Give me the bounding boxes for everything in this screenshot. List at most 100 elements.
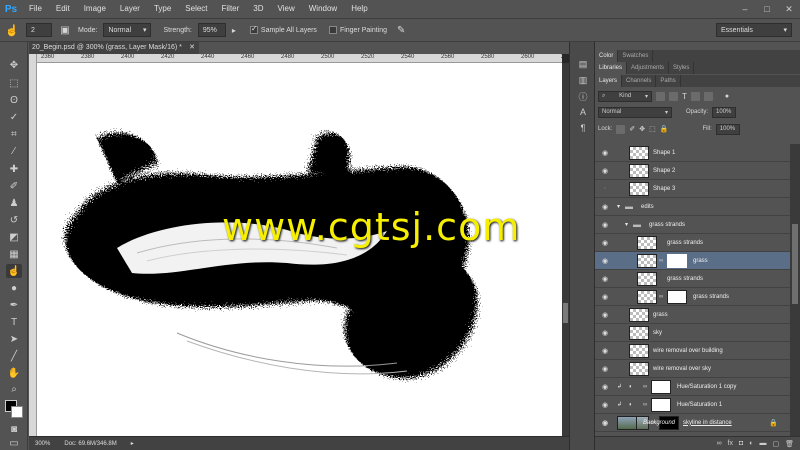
eye-icon[interactable]: ◉: [600, 419, 610, 427]
layer-row[interactable]: ◉ Shape 1: [595, 144, 790, 162]
layer-mask-thumbnail[interactable]: [667, 290, 687, 304]
new-layer-icon[interactable]: ▢: [772, 440, 779, 448]
layer-row-selected[interactable]: ◉ ∞ grass: [595, 252, 790, 270]
screen-mode-icon[interactable]: ▭: [6, 436, 22, 450]
type-tool-icon[interactable]: T: [6, 315, 22, 329]
layer-row[interactable]: ◉ Background 🔒: [595, 414, 790, 432]
smudge-tool-icon[interactable]: ☝: [6, 264, 22, 278]
zoom-tool-icon[interactable]: ⌕: [6, 382, 22, 396]
layer-row[interactable]: ◉ wire removal over sky: [595, 360, 790, 378]
info-panel-icon[interactable]: ⓘ: [576, 90, 590, 102]
eye-icon[interactable]: ◉: [600, 239, 610, 247]
healing-brush-tool-icon[interactable]: ✚: [6, 162, 22, 176]
eyedropper-tool-icon[interactable]: ⁄: [6, 144, 22, 158]
lock-artboard-icon[interactable]: ⬚: [649, 125, 656, 133]
eye-icon[interactable]: ◉: [600, 365, 610, 373]
layer-row[interactable]: ◉ ∞ grass strands: [595, 288, 790, 306]
crop-tool-icon[interactable]: ⌗: [6, 127, 22, 141]
minimize-button[interactable]: –: [734, 0, 756, 18]
layers-scrollbar[interactable]: [790, 144, 800, 436]
dodge-tool-icon[interactable]: ●: [6, 281, 22, 295]
mode-select[interactable]: Normal ▾: [103, 23, 152, 37]
zoom-level[interactable]: 300%: [35, 441, 50, 447]
smart-object-filter-icon[interactable]: [703, 91, 713, 101]
menu-type[interactable]: Type: [147, 0, 178, 18]
history-brush-tool-icon[interactable]: ↺: [6, 213, 22, 227]
maximize-button[interactable]: □: [756, 0, 778, 18]
lock-brush-icon[interactable]: ✐: [629, 125, 635, 133]
layer-row[interactable]: ◉ wire removal over building: [595, 342, 790, 360]
quick-mask-icon[interactable]: ◙: [6, 422, 22, 436]
strength-dropdown-icon[interactable]: ▸: [232, 26, 236, 35]
trash-icon[interactable]: 🗑: [785, 440, 794, 448]
brush-tool-icon[interactable]: ✐: [6, 179, 22, 193]
history-panel-icon[interactable]: ▤: [576, 58, 590, 70]
smudge-tool-icon[interactable]: ☝: [4, 24, 20, 37]
canvas[interactable]: www.cgtsj.com: [37, 63, 562, 436]
clone-stamp-tool-icon[interactable]: ♟: [6, 196, 22, 210]
link-layers-icon[interactable]: ∞: [717, 440, 722, 447]
menu-view[interactable]: View: [271, 0, 302, 18]
filter-kind-select[interactable]: ⌕ Kind ▾: [598, 90, 652, 102]
chevron-down-icon[interactable]: ▾: [625, 221, 628, 228]
opacity-input[interactable]: 100%: [712, 106, 737, 118]
vertical-scrollbar[interactable]: [562, 63, 569, 436]
layer-row[interactable]: ◉ grass: [595, 306, 790, 324]
properties-panel-icon[interactable]: ▥: [576, 74, 590, 86]
tab-channels[interactable]: Channels: [622, 75, 657, 87]
menu-layer[interactable]: Layer: [113, 0, 147, 18]
document-tab[interactable]: 20_Begin.psd @ 300% (grass, Layer Mask/1…: [29, 42, 199, 54]
layer-row[interactable]: ◉ sky: [595, 324, 790, 342]
menu-window[interactable]: Window: [302, 0, 344, 18]
strength-input[interactable]: 95%: [197, 23, 226, 37]
fx-icon[interactable]: fx: [728, 440, 733, 447]
gradient-tool-icon[interactable]: ▦: [6, 247, 22, 261]
chevron-down-icon[interactable]: ▾: [617, 203, 620, 210]
eye-icon[interactable]: ◉: [600, 149, 610, 157]
layer-mask-thumbnail[interactable]: [651, 398, 671, 412]
lock-move-icon[interactable]: ✥: [639, 125, 645, 133]
eraser-tool-icon[interactable]: ◩: [6, 230, 22, 244]
menu-filter[interactable]: Filter: [215, 0, 247, 18]
eye-icon[interactable]: ◉: [600, 347, 610, 355]
eye-icon[interactable]: ◉: [600, 401, 610, 409]
link-icon[interactable]: ∞: [643, 402, 647, 408]
lock-transparent-icon[interactable]: [616, 124, 626, 134]
layer-group-row[interactable]: ◉ ▾ ▬ grass strands: [595, 216, 790, 234]
tab-libraries[interactable]: Libraries: [595, 62, 628, 74]
menu-edit[interactable]: Edit: [49, 0, 77, 18]
paragraph-panel-icon[interactable]: ¶: [576, 122, 590, 134]
link-icon[interactable]: ∞: [659, 258, 663, 264]
eye-icon[interactable]: ◉: [600, 311, 610, 319]
menu-file[interactable]: File: [22, 0, 49, 18]
eye-icon[interactable]: ◉: [600, 221, 610, 229]
brush-size-picker[interactable]: 2: [26, 23, 52, 37]
menu-image[interactable]: Image: [77, 0, 113, 18]
pressure-icon[interactable]: ✎: [397, 25, 405, 36]
link-icon[interactable]: ∞: [643, 384, 647, 390]
layer-row[interactable]: ◉ Shape 2: [595, 162, 790, 180]
eye-icon[interactable]: ◉: [600, 293, 610, 301]
workspace-select[interactable]: Essentials ▾: [716, 23, 792, 37]
scrollbar-thumb[interactable]: [563, 303, 568, 323]
layer-group-row[interactable]: ◉ ▾ ▬ edits: [595, 198, 790, 216]
eye-icon[interactable]: ◉: [600, 257, 610, 265]
eye-icon[interactable]: ◉: [600, 167, 610, 175]
pixel-filter-icon[interactable]: [656, 91, 665, 101]
adjustment-layer-row[interactable]: ◉ ↲ ◐ ∞ Hue/Saturation 1: [595, 396, 790, 414]
adjustment-filter-icon[interactable]: [669, 91, 678, 101]
eye-icon[interactable]: ◉: [600, 275, 610, 283]
move-tool-icon[interactable]: ✥: [6, 58, 22, 72]
new-adjustment-icon[interactable]: ◐: [749, 440, 753, 447]
tab-adjustments[interactable]: Adjustments: [627, 62, 670, 74]
status-arrow-icon[interactable]: ▸: [131, 440, 134, 447]
eye-icon[interactable]: ◉: [600, 329, 610, 337]
link-icon[interactable]: ∞: [659, 294, 663, 300]
menu-help[interactable]: Help: [344, 0, 374, 18]
scrollbar-thumb[interactable]: [792, 224, 798, 304]
brush-panel-icon[interactable]: ▣: [58, 25, 72, 36]
layer-mask-thumbnail[interactable]: [667, 254, 687, 268]
tab-layers[interactable]: Layers: [595, 75, 623, 87]
pen-tool-icon[interactable]: ✒: [6, 298, 22, 312]
add-mask-icon[interactable]: ◘: [739, 440, 743, 447]
